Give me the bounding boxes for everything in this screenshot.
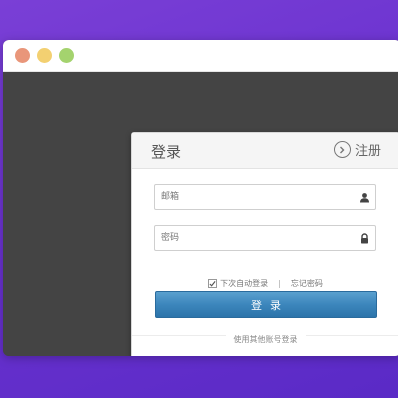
app-window: 登录 注册 邮箱 下次自动登录 | 忘记密码 登录 使用其他账号登录 [3,40,398,356]
other-account-login-link[interactable]: 使用其他账号登录 [225,335,306,344]
register-label: 注册 [354,144,381,159]
login-title: 登录 [151,143,182,161]
login-panel: 登录 注册 邮箱 下次自动登录 | 忘记密码 登录 使用其他账号登录 [131,132,398,356]
check-icon [209,280,216,287]
window-content: 登录 注册 邮箱 下次自动登录 | 忘记密码 登录 使用其他账号登录 [3,72,398,356]
login-options: 下次自动登录 | 忘记密码 [132,278,398,289]
login-header: 登录 注册 [132,133,398,169]
register-link[interactable]: 注册 [333,140,381,159]
login-button[interactable]: 登录 [155,291,377,318]
password-input[interactable] [155,226,375,250]
forgot-password-link[interactable]: 忘记密码 [291,278,323,289]
circle-arrow-right-icon [333,141,351,158]
minimize-window-button[interactable] [37,48,52,63]
user-icon [360,193,369,203]
other-login-row: 使用其他账号登录 [132,334,398,345]
remember-label: 下次自动登录 [220,279,269,288]
maximize-window-button[interactable] [59,48,74,63]
email-field-container [154,184,376,210]
close-window-button[interactable] [15,48,30,63]
lock-icon [361,233,368,244]
title-bar [3,40,398,72]
options-separator: | [278,279,281,288]
remember-checkbox[interactable] [208,279,218,288]
password-field-container [154,225,376,251]
email-input[interactable] [155,185,375,209]
